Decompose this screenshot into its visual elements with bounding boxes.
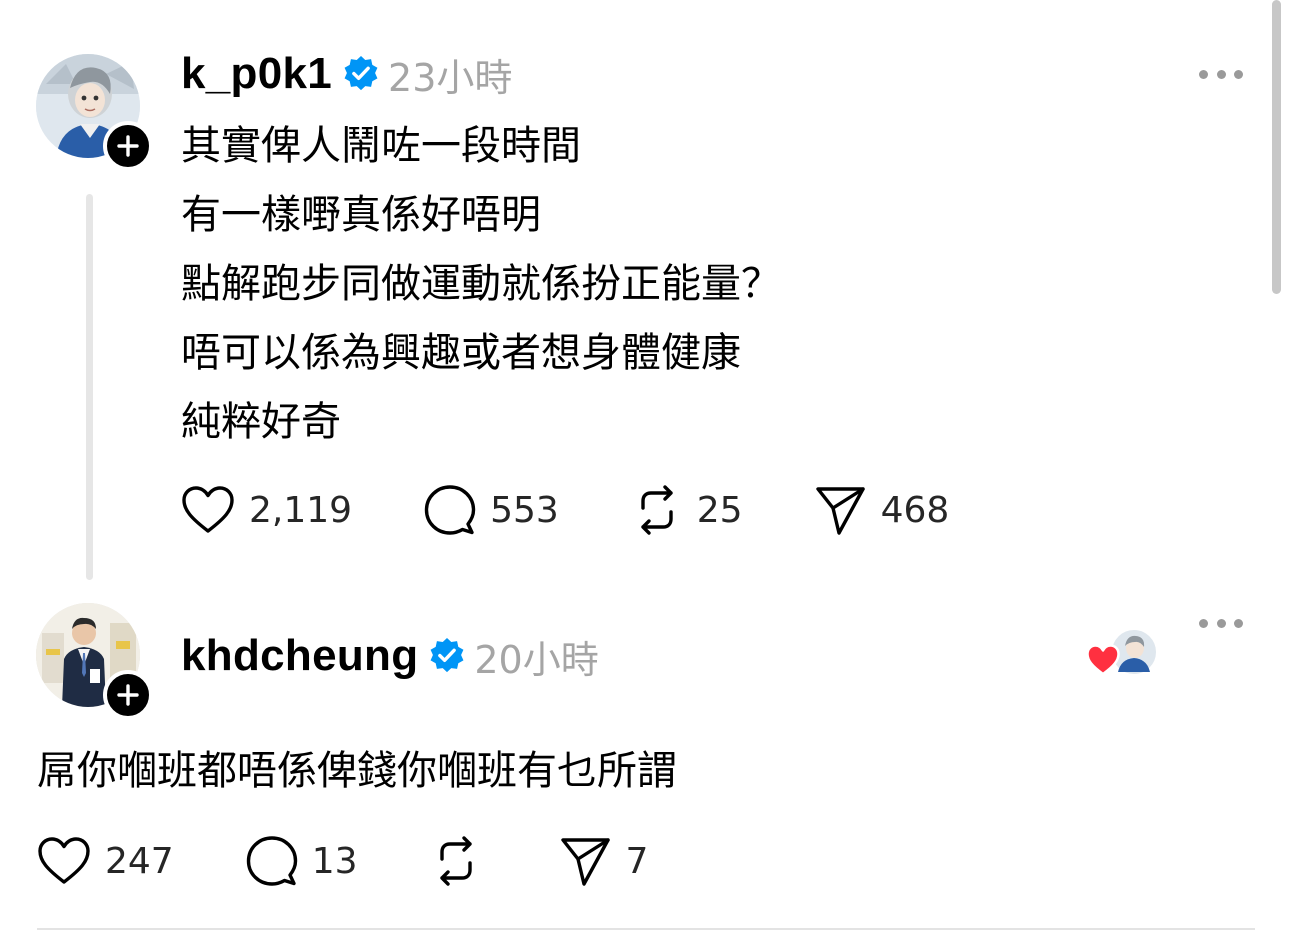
liked-by-author-indicator — [1086, 628, 1160, 680]
dot-icon — [1216, 618, 1226, 628]
share-count: 468 — [880, 489, 950, 531]
share-count: 7 — [625, 840, 649, 882]
plus-icon — [117, 684, 139, 706]
verified-badge-icon — [344, 55, 378, 91]
dot-icon — [1216, 69, 1226, 79]
username[interactable]: k_p0k1 — [181, 49, 332, 99]
post-actions: 2,119 553 25 468 — [181, 482, 949, 538]
more-options-button[interactable] — [1199, 613, 1243, 633]
share-button[interactable]: 468 — [815, 482, 950, 538]
divider — [37, 928, 1255, 930]
like-count: 247 — [105, 840, 174, 882]
like-count: 2,119 — [249, 489, 353, 531]
repost-icon — [439, 836, 472, 886]
post-header: k_p0k1 23小時 — [181, 44, 512, 104]
post-text-line: 點解跑步同做運動就係扮正能量？ — [181, 261, 781, 307]
comment-icon — [424, 485, 476, 535]
repost-button[interactable]: 25 — [631, 482, 743, 538]
repost-icon — [641, 485, 673, 535]
plus-icon — [117, 135, 139, 157]
verified-badge-icon — [430, 637, 464, 673]
heart-icon — [182, 486, 234, 533]
reply-button[interactable]: 13 — [246, 833, 358, 889]
repost-button[interactable] — [430, 833, 496, 889]
follow-button[interactable] — [103, 670, 153, 720]
username[interactable]: khdcheung — [181, 631, 418, 681]
threads-conversation: k_p0k1 23小時 其實俾人鬧咗一段時間 有一樣嘢真係好唔明 點解跑步同做運… — [0, 0, 1290, 934]
dot-icon — [1234, 69, 1243, 79]
share-button[interactable]: 7 — [560, 833, 649, 889]
post-text-line: 有一樣嘢真係好唔明 — [181, 192, 541, 238]
reply-text: 屌你嗰班都唔係俾錢你嗰班有乜所謂 — [37, 748, 677, 794]
post-text: 其實俾人鬧咗一段時間 有一樣嘢真係好唔明 點解跑步同做運動就係扮正能量？ 唔可以… — [181, 112, 781, 457]
repost-count: 25 — [696, 489, 743, 531]
send-icon — [560, 838, 610, 886]
dot-icon — [1199, 618, 1208, 628]
post-text-line: 唔可以係為興趣或者想身體健康 — [181, 330, 741, 376]
more-options-button[interactable] — [1199, 64, 1243, 84]
follow-button[interactable] — [103, 121, 153, 171]
heart-icon — [1086, 644, 1120, 676]
scrollbar[interactable] — [1272, 0, 1281, 294]
dot-icon — [1234, 618, 1243, 628]
reply-header: khdcheung 20小時 — [181, 626, 599, 686]
heart-icon — [38, 837, 90, 884]
reply-actions: 247 13 7 — [37, 833, 648, 889]
comment-icon — [246, 836, 297, 886]
timestamp: 20小時 — [474, 637, 599, 682]
timestamp: 23小時 — [388, 55, 513, 100]
reply-count: 13 — [311, 840, 358, 882]
like-button[interactable]: 2,119 — [181, 482, 352, 538]
post-text-line: 純粹好奇 — [181, 399, 341, 445]
thread-line — [86, 194, 93, 580]
reply-count: 553 — [490, 489, 559, 531]
reply-button[interactable]: 553 — [424, 482, 559, 538]
send-icon — [815, 487, 865, 535]
dot-icon — [1199, 69, 1208, 79]
like-button[interactable]: 247 — [37, 833, 174, 889]
post-text-line: 其實俾人鬧咗一段時間 — [181, 123, 581, 169]
